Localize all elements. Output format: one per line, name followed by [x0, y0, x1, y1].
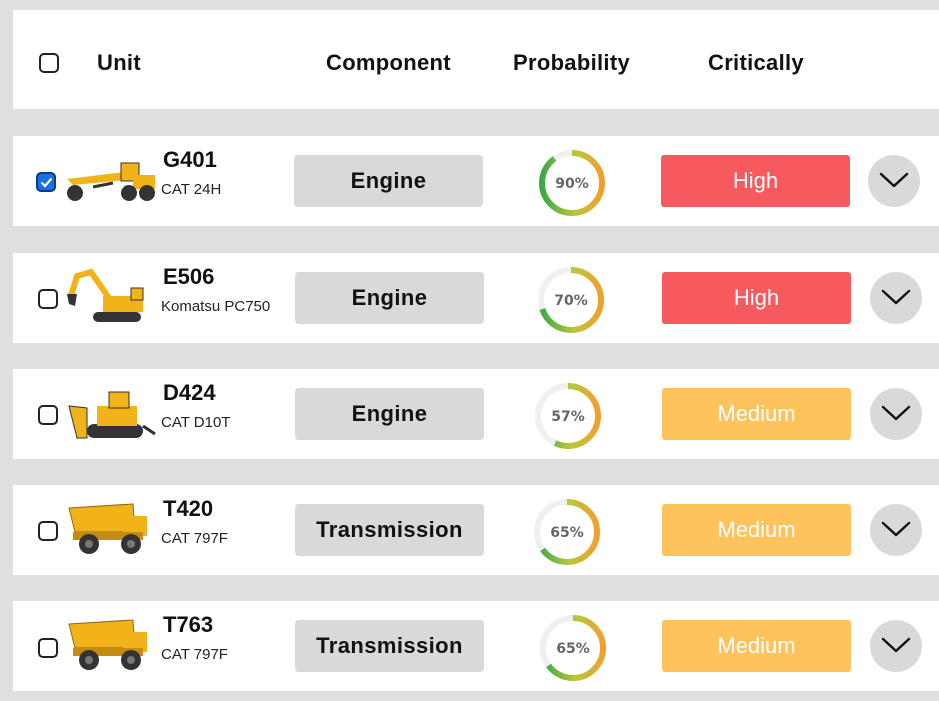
- row-select-checkbox[interactable]: [36, 172, 56, 192]
- criticality-badge: Medium: [662, 388, 851, 440]
- criticality-badge: Medium: [662, 504, 851, 556]
- unit-code: T420: [163, 496, 214, 521]
- criticality-badge: High: [661, 155, 850, 207]
- column-header-component: Component: [326, 50, 451, 75]
- expand-row-button[interactable]: [870, 504, 922, 556]
- unit-model: CAT D10T: [161, 414, 231, 431]
- component-badge[interactable]: Engine: [295, 388, 484, 440]
- unit-code: T763: [163, 612, 214, 637]
- unit-model: CAT 797F: [161, 530, 228, 547]
- column-header-probability: Probability: [513, 50, 630, 75]
- component-badge[interactable]: Transmission: [295, 620, 484, 672]
- chevron-down-icon: [881, 289, 911, 305]
- unit-model: Komatsu PC750: [161, 298, 271, 315]
- unit-code: G401: [163, 147, 217, 172]
- component-badge[interactable]: Transmission: [295, 504, 484, 556]
- table-row: G401 CAT 24H Engine 90% High: [13, 136, 939, 226]
- expand-row-button[interactable]: [870, 272, 922, 324]
- row-select-checkbox[interactable]: [38, 405, 58, 425]
- haul-truck-icon: [63, 498, 159, 558]
- unit-model: CAT 797F: [161, 646, 228, 663]
- chevron-down-icon: [879, 172, 909, 188]
- row-select-checkbox[interactable]: [38, 521, 58, 541]
- expand-row-button[interactable]: [868, 155, 920, 207]
- chevron-down-icon: [881, 521, 911, 537]
- haul-truck-icon: [63, 614, 159, 674]
- probability-gauge: 70%: [536, 265, 606, 335]
- dozer-icon: [63, 382, 159, 442]
- table-row: T420 CAT 797F Transmission 65% Medium: [13, 485, 939, 575]
- row-select-checkbox[interactable]: [38, 289, 58, 309]
- table-row: E506 Komatsu PC750 Engine 70% High: [13, 253, 939, 343]
- probability-gauge: 65%: [538, 613, 608, 683]
- column-header-criticality: Critically: [708, 50, 804, 75]
- probability-gauge: 65%: [532, 497, 602, 567]
- expand-row-button[interactable]: [870, 388, 922, 440]
- chevron-down-icon: [881, 405, 911, 421]
- row-select-checkbox[interactable]: [38, 638, 58, 658]
- motor-grader-icon: [63, 149, 159, 209]
- checkmark-icon: [40, 177, 53, 188]
- probability-value: 70%: [554, 293, 588, 309]
- probability-value: 57%: [551, 409, 585, 425]
- component-badge[interactable]: Engine: [295, 272, 484, 324]
- excavator-icon: [63, 266, 159, 326]
- unit-code: E506: [163, 264, 215, 289]
- probability-value: 65%: [556, 641, 590, 657]
- select-all-checkbox[interactable]: [39, 53, 59, 73]
- unit-model: CAT 24H: [161, 181, 222, 198]
- column-header-unit: Unit: [97, 50, 141, 75]
- probability-value: 90%: [555, 176, 589, 192]
- table-row: D424 CAT D10T Engine 57% Medium: [13, 369, 939, 459]
- expand-row-button[interactable]: [870, 620, 922, 672]
- probability-value: 65%: [550, 525, 584, 541]
- unit-code: D424: [163, 380, 216, 405]
- component-badge[interactable]: Engine: [294, 155, 483, 207]
- probability-gauge: 57%: [533, 381, 603, 451]
- criticality-badge: High: [662, 272, 851, 324]
- table-row: T763 CAT 797F Transmission 65% Medium: [13, 601, 939, 691]
- table-header: Unit Component Probability Critically: [13, 10, 939, 109]
- criticality-badge: Medium: [662, 620, 851, 672]
- probability-gauge: 90%: [537, 148, 607, 218]
- chevron-down-icon: [881, 637, 911, 653]
